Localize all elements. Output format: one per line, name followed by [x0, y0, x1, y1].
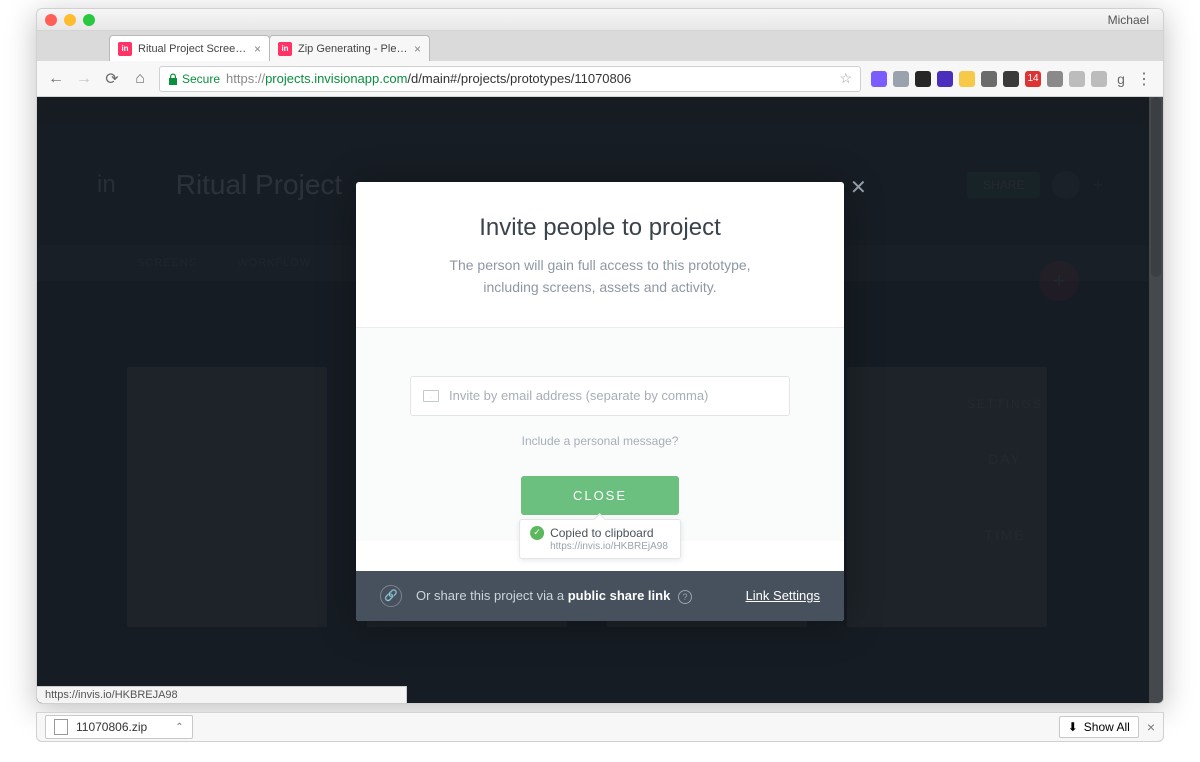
- link-icon: 🔗: [380, 585, 402, 607]
- secure-indicator: Secure: [168, 72, 220, 86]
- extension-icon[interactable]: [937, 71, 953, 87]
- mac-titlebar: Michael: [37, 9, 1163, 31]
- address-bar[interactable]: Secure https://projects.invisionapp.com/…: [159, 66, 861, 92]
- footer-text: Or share this project via a public share…: [416, 588, 746, 604]
- page-viewport: in Ritual Project SHARE + SCREENS WORKFL…: [37, 97, 1163, 703]
- footer-bold[interactable]: public share link: [568, 588, 671, 603]
- modal-header: Invite people to project The person will…: [356, 182, 844, 328]
- close-window-button[interactable]: [45, 14, 57, 26]
- browser-tab-0[interactable]: in Ritual Project Screens - InVisio ×: [109, 35, 270, 61]
- url-path: /d/main#/projects/prototypes/11070806: [407, 71, 631, 86]
- browser-tab-1[interactable]: in Zip Generating - Please Wait... ×: [269, 35, 430, 61]
- modal-subtitle-line1: The person will gain full access to this…: [449, 257, 750, 273]
- file-icon: [54, 719, 68, 735]
- fullscreen-window-button[interactable]: [83, 14, 95, 26]
- invite-modal: Invite people to project The person will…: [356, 182, 844, 621]
- extension-icon[interactable]: g: [1113, 71, 1129, 87]
- invision-favicon-icon: in: [118, 42, 132, 56]
- forward-button[interactable]: →: [75, 70, 93, 88]
- modal-backdrop[interactable]: ✕ Invite people to project The person wi…: [37, 97, 1163, 703]
- url-scheme: https://: [226, 71, 265, 86]
- show-all-downloads-button[interactable]: ⬇ Show All: [1059, 716, 1139, 738]
- tooltip-url: https://invis.io/HKBREjA98: [550, 541, 668, 552]
- invite-email-input[interactable]: [449, 388, 777, 403]
- bookmark-star-icon[interactable]: ☆: [839, 70, 852, 87]
- extension-icon[interactable]: [893, 71, 909, 87]
- back-button[interactable]: ←: [47, 70, 65, 88]
- status-bar-url: https://invis.io/HKBREJA98: [37, 686, 407, 703]
- mac-window: Michael in Ritual Project Screens - InVi…: [36, 8, 1164, 704]
- download-chevron-icon[interactable]: ⌃: [161, 722, 183, 733]
- modal-close-x-icon[interactable]: ✕: [850, 175, 867, 200]
- home-button[interactable]: ⌂: [131, 70, 149, 88]
- download-item[interactable]: 11070806.zip ⌃: [45, 715, 193, 739]
- close-downloads-bar-button[interactable]: ×: [1147, 719, 1155, 735]
- browser-tab-strip: in Ritual Project Screens - InVisio × in…: [37, 31, 1163, 61]
- tab-title: Zip Generating - Please Wait...: [298, 43, 408, 55]
- extension-icon[interactable]: [1069, 71, 1085, 87]
- copied-tooltip: ✓ Copied to clipboard https://invis.io/H…: [519, 519, 681, 559]
- extension-icons: 14 g ⋮: [871, 70, 1153, 88]
- reload-button[interactable]: ⟳: [103, 70, 121, 88]
- extension-icon[interactable]: [981, 71, 997, 87]
- lock-icon: [168, 73, 178, 85]
- footer-prefix: Or share this project via a: [416, 588, 568, 603]
- downloads-bar: 11070806.zip ⌃ ⬇ Show All ×: [36, 712, 1164, 742]
- modal-subtitle-line2: including screens, assets and activity.: [483, 279, 716, 295]
- modal-title: Invite people to project: [386, 214, 814, 242]
- download-arrow-icon: ⬇: [1068, 720, 1078, 734]
- help-icon[interactable]: ?: [678, 590, 692, 604]
- extension-icon[interactable]: 14: [1025, 71, 1041, 87]
- extension-icon[interactable]: [1047, 71, 1063, 87]
- url-host: projects.invisionapp.com: [265, 71, 407, 86]
- close-button[interactable]: CLOSE: [521, 476, 679, 515]
- download-filename: 11070806.zip: [76, 720, 147, 734]
- tab-title: Ritual Project Screens - InVisio: [138, 43, 248, 55]
- check-circle-icon: ✓: [530, 526, 544, 540]
- close-button-wrapper: CLOSE ✓ Copied to clipboard https://invi…: [410, 448, 790, 515]
- extension-icon[interactable]: [871, 71, 887, 87]
- traffic-lights: [45, 14, 95, 26]
- extension-icon[interactable]: [915, 71, 931, 87]
- invision-favicon-icon: in: [278, 42, 292, 56]
- minimize-window-button[interactable]: [64, 14, 76, 26]
- personal-message-link[interactable]: Include a personal message?: [410, 434, 790, 448]
- browser-toolbar: ← → ⟳ ⌂ Secure https://projects.invision…: [37, 61, 1163, 97]
- chrome-menu-button[interactable]: ⋮: [1135, 70, 1153, 88]
- tooltip-title: Copied to clipboard: [550, 526, 653, 540]
- tab-close-icon[interactable]: ×: [254, 42, 261, 56]
- modal-body: Include a personal message? CLOSE ✓ Copi…: [356, 328, 844, 541]
- extension-icon[interactable]: [1003, 71, 1019, 87]
- modal-footer: 🔗 Or share this project via a public sha…: [356, 571, 844, 621]
- tab-close-icon[interactable]: ×: [414, 42, 421, 56]
- show-all-label: Show All: [1084, 720, 1130, 734]
- mac-user-label: Michael: [1108, 13, 1155, 27]
- email-input-wrapper[interactable]: [410, 376, 790, 416]
- extension-icon[interactable]: [959, 71, 975, 87]
- modal-subtitle: The person will gain full access to this…: [386, 254, 814, 299]
- secure-label: Secure: [182, 72, 220, 86]
- mail-icon: [423, 390, 439, 402]
- extension-icon[interactable]: [1091, 71, 1107, 87]
- link-settings-link[interactable]: Link Settings: [746, 588, 820, 603]
